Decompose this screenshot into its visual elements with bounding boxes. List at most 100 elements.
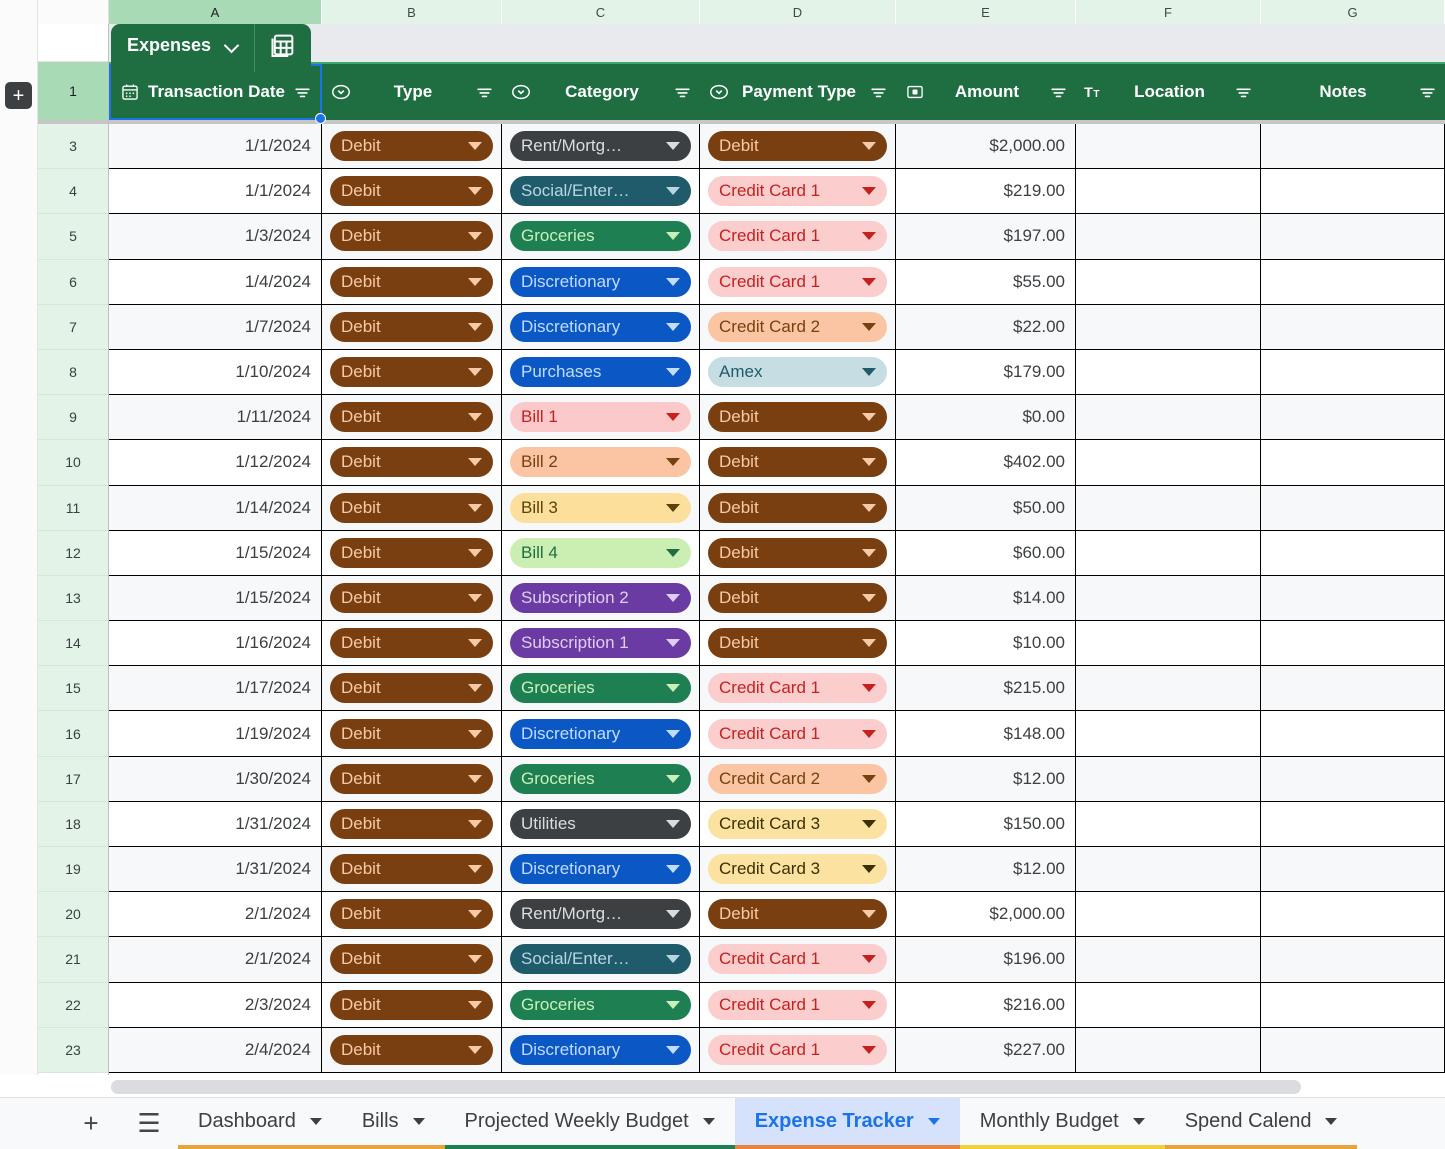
cell-payment-type[interactable]: Credit Card 2 [700, 305, 896, 350]
cell-payment-type[interactable]: Credit Card 1 [700, 214, 896, 259]
filter-icon[interactable] [1048, 83, 1068, 102]
table-row[interactable]: 1/31/2024DebitUtilitiesCredit Card 3$150… [109, 802, 1445, 847]
table-row[interactable]: 1/11/2024DebitBill 1Debit$0.00 [109, 395, 1445, 440]
cell-payment-type[interactable]: Credit Card 1 [700, 983, 896, 1028]
table-icon[interactable] [255, 24, 311, 72]
chip-dropdown[interactable]: Discretionary [510, 854, 691, 884]
cell-type[interactable]: Debit [322, 847, 502, 892]
chevron-down-icon[interactable] [862, 910, 876, 918]
cell-transaction-date[interactable]: 1/11/2024 [109, 395, 322, 440]
cell-notes[interactable] [1261, 124, 1445, 169]
cell-amount[interactable]: $402.00 [896, 440, 1076, 485]
chip-dropdown[interactable]: Credit Card 2 [708, 764, 887, 794]
horizontal-scrollbar-thumb[interactable] [111, 1080, 1301, 1094]
table-row[interactable]: 1/1/2024DebitRent/Mortg…Debit$2,000.00 [109, 124, 1445, 169]
row-number[interactable]: 18 [38, 802, 108, 847]
cell-amount[interactable]: $12.00 [896, 757, 1076, 802]
cell-payment-type[interactable]: Credit Card 2 [700, 757, 896, 802]
chip-dropdown[interactable]: Rent/Mortg… [510, 131, 691, 161]
chip-dropdown[interactable]: Groceries [510, 990, 691, 1020]
cell-transaction-date[interactable]: 1/1/2024 [109, 124, 322, 169]
cell-category[interactable]: Subscription 2 [502, 576, 700, 621]
header-cell-type[interactable]: Type [322, 64, 502, 120]
cell-location[interactable] [1076, 757, 1261, 802]
row-number[interactable]: 6 [38, 260, 108, 305]
table-row[interactable]: 1/31/2024DebitDiscretionaryCredit Card 3… [109, 847, 1445, 892]
chevron-down-icon[interactable] [928, 1118, 940, 1125]
chip-dropdown[interactable]: Groceries [510, 764, 691, 794]
chip-dropdown[interactable]: Debit [330, 538, 493, 568]
chevron-down-icon[interactable] [862, 232, 876, 240]
filter-icon[interactable] [1417, 83, 1437, 102]
chevron-down-icon[interactable] [666, 639, 680, 647]
sheet-tab-monthly-budget[interactable]: Monthly Budget [960, 1098, 1165, 1149]
filter-icon[interactable] [1233, 83, 1253, 102]
chip-dropdown[interactable]: Debit [708, 628, 887, 658]
cell-notes[interactable] [1261, 531, 1445, 576]
cell-category[interactable]: Bill 4 [502, 531, 700, 576]
chevron-down-icon[interactable] [468, 865, 482, 873]
chip-dropdown[interactable]: Debit [330, 1035, 493, 1065]
chevron-down-icon[interactable] [862, 413, 876, 421]
table-row[interactable]: 1/16/2024DebitSubscription 1Debit$10.00 [109, 621, 1445, 666]
cell-location[interactable] [1076, 937, 1261, 982]
cell-transaction-date[interactable]: 1/4/2024 [109, 260, 322, 305]
row-number[interactable]: 12 [38, 531, 108, 576]
cell-location[interactable] [1076, 486, 1261, 531]
chevron-down-icon[interactable] [468, 504, 482, 512]
cell-notes[interactable] [1261, 892, 1445, 937]
cell-transaction-date[interactable]: 1/14/2024 [109, 486, 322, 531]
filter-icon[interactable] [292, 83, 312, 102]
cell-category[interactable]: Subscription 1 [502, 621, 700, 666]
cell-payment-type[interactable]: Amex [700, 350, 896, 395]
chevron-down-icon[interactable] [310, 1118, 322, 1125]
cell-notes[interactable] [1261, 621, 1445, 666]
chevron-down-icon[interactable] [862, 323, 876, 331]
sheet-tab-dashboard[interactable]: Dashboard [178, 1098, 342, 1149]
chip-dropdown[interactable]: Debit [330, 493, 493, 523]
row-number[interactable]: 19 [38, 847, 108, 892]
cell-notes[interactable] [1261, 395, 1445, 440]
table-row[interactable]: 1/17/2024DebitGroceriesCredit Card 1$215… [109, 666, 1445, 711]
cell-location[interactable] [1076, 666, 1261, 711]
chevron-down-icon[interactable] [666, 594, 680, 602]
cell-payment-type[interactable]: Debit [700, 395, 896, 440]
filter-icon[interactable] [868, 83, 888, 102]
chip-dropdown[interactable]: Debit [708, 583, 887, 613]
cell-amount[interactable]: $12.00 [896, 847, 1076, 892]
cell-payment-type[interactable]: Credit Card 1 [700, 1028, 896, 1073]
chip-dropdown[interactable]: Bill 4 [510, 538, 691, 568]
select-all-corner[interactable] [38, 0, 109, 24]
row-number[interactable]: 14 [38, 621, 108, 666]
cell-category[interactable]: Groceries [502, 983, 700, 1028]
row-number[interactable]: 9 [38, 395, 108, 440]
header-cell-location[interactable]: TTLocation [1076, 64, 1261, 120]
cell-type[interactable]: Debit [322, 486, 502, 531]
cell-transaction-date[interactable]: 1/15/2024 [109, 576, 322, 621]
cell-transaction-date[interactable]: 1/12/2024 [109, 440, 322, 485]
cell-category[interactable]: Discretionary [502, 260, 700, 305]
cell-notes[interactable] [1261, 666, 1445, 711]
chip-dropdown[interactable]: Debit [330, 176, 493, 206]
cell-type[interactable]: Debit [322, 305, 502, 350]
cell-payment-type[interactable]: Credit Card 3 [700, 847, 896, 892]
cell-amount[interactable]: $216.00 [896, 983, 1076, 1028]
cell-category[interactable]: Discretionary [502, 1028, 700, 1073]
chevron-down-icon[interactable] [666, 775, 680, 783]
chevron-down-icon[interactable] [468, 955, 482, 963]
row-number[interactable]: 7 [38, 305, 108, 350]
cell-notes[interactable] [1261, 169, 1445, 214]
chip-dropdown[interactable]: Credit Card 1 [708, 267, 887, 297]
row-number[interactable]: 17 [38, 757, 108, 802]
chip-dropdown[interactable]: Credit Card 1 [708, 673, 887, 703]
chevron-down-icon[interactable] [468, 278, 482, 286]
cell-location[interactable] [1076, 305, 1261, 350]
table-row[interactable]: 2/3/2024DebitGroceriesCredit Card 1$216.… [109, 983, 1445, 1028]
table-name-button[interactable]: Expenses [111, 24, 255, 72]
cell-location[interactable] [1076, 395, 1261, 440]
column-header-c[interactable]: C [502, 0, 700, 24]
cell-amount[interactable]: $22.00 [896, 305, 1076, 350]
row-number[interactable]: 10 [38, 440, 108, 485]
chevron-down-icon[interactable] [862, 142, 876, 150]
cell-amount[interactable]: $196.00 [896, 937, 1076, 982]
